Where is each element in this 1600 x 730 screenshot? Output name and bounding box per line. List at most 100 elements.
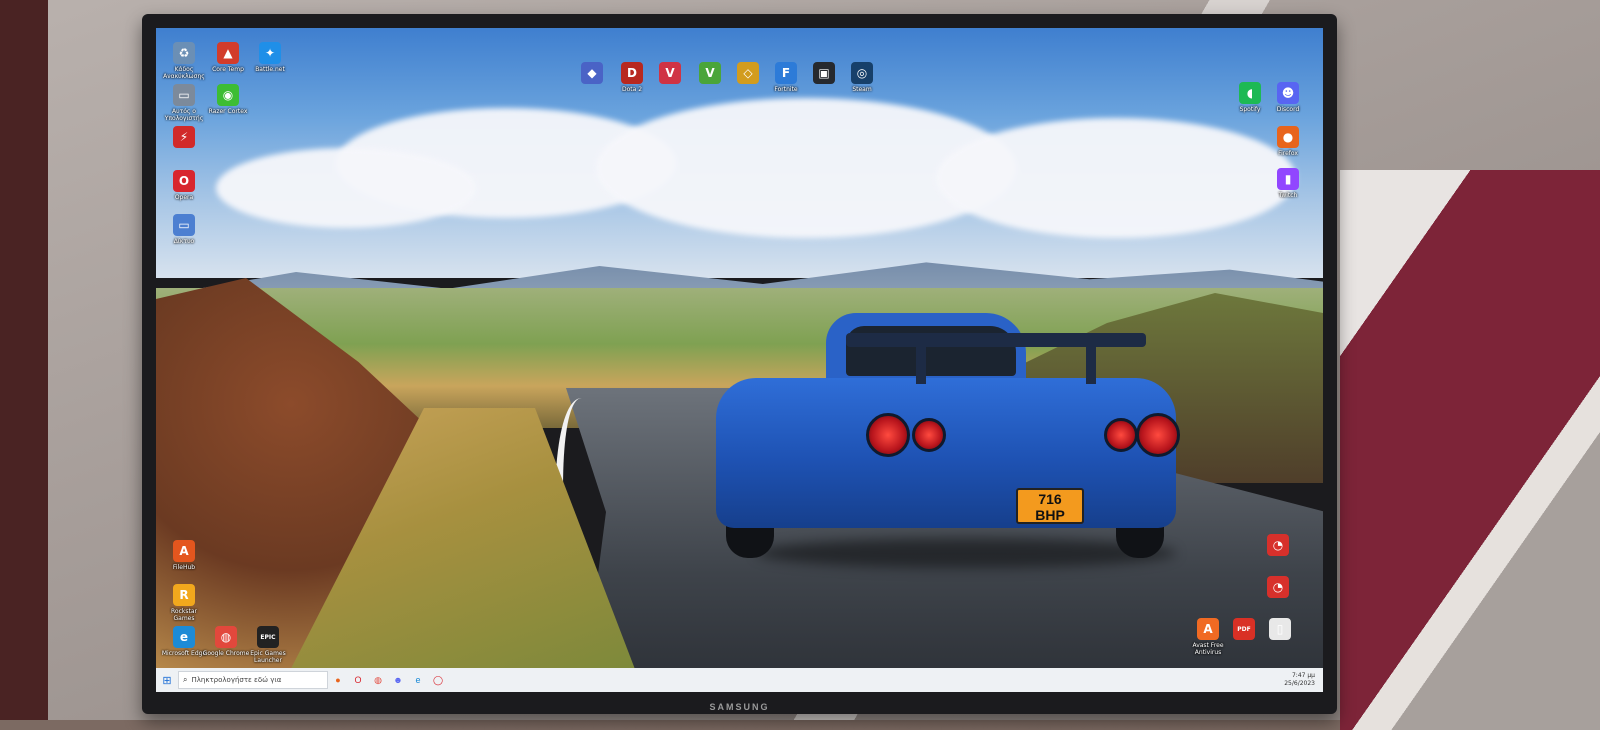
valorant-icon: V	[659, 62, 681, 84]
desktop-icon-label: Opera	[174, 194, 194, 201]
desktop-icon-twitch[interactable]: ▮ Twitch	[1264, 168, 1312, 199]
steam-icon: ◎	[851, 62, 873, 84]
game-1-icon: ◆	[581, 62, 603, 84]
desktop-icon-app-r2[interactable]: ◔	[1254, 576, 1302, 600]
desktop-icon-label: Discord	[1276, 106, 1300, 113]
battlenet-icon: ✦	[259, 42, 281, 64]
desktop-icon-firefox[interactable]: ● Firefox	[1264, 126, 1312, 157]
opera-icon: O	[173, 170, 195, 192]
desktop-icon-label: Twitch	[1278, 192, 1298, 199]
desktop-screen: 716 BHP ♻ Κάδος Ανακύκλωσης ▲ Core Temp ✦ Bat…	[156, 28, 1323, 692]
chrome-icon: ◍	[215, 626, 237, 648]
system-clock[interactable]: 7:47 μμ 25/6/2023	[1284, 672, 1323, 688]
epic-icon: EPIC	[257, 626, 279, 648]
desktop-icon-label: Κάδος Ανακύκλωσης	[163, 66, 205, 80]
desktop-icon-label: FileHub	[172, 564, 196, 571]
game-7-icon: ▣	[813, 62, 835, 84]
plate-line-2: BHP	[1035, 507, 1065, 523]
msi-afterburner-icon: ⚡	[173, 126, 195, 148]
desktop-icon-msi-afterburner[interactable]: ⚡	[160, 126, 208, 150]
game-5-icon: ◇	[737, 62, 759, 84]
desktop-icon-battlenet[interactable]: ✦ Battle.net	[246, 42, 294, 73]
twitch-icon: ▮	[1277, 168, 1299, 190]
start-button[interactable]: ⊞	[156, 668, 178, 692]
desktop-icon-chrome[interactable]: ◍ Google Chrome	[202, 626, 250, 657]
desktop-icon-doc[interactable]: ▯	[1256, 618, 1304, 642]
search-icon: ⌕	[183, 675, 188, 684]
car-tail-light	[912, 418, 946, 452]
search-box[interactable]: ⌕ Πληκτρολογήστε εδώ για	[178, 671, 328, 689]
desktop-icon-label: Steam	[852, 86, 872, 93]
door-frame	[0, 0, 48, 720]
cloud	[216, 148, 476, 228]
folder-icon: ▭	[173, 214, 195, 236]
app-r2-icon: ◔	[1267, 576, 1289, 598]
desktop-icon-app-r1[interactable]: ◔	[1254, 534, 1302, 558]
desktop-icon-discord[interactable]: ☻ Discord	[1264, 82, 1312, 113]
license-plate: 716 BHP	[1016, 488, 1084, 524]
core-temp-icon: ▲	[217, 42, 239, 64]
desktop-icon-label: Firefox	[1278, 150, 1298, 157]
desktop-icon-label: Δίκτυο	[173, 238, 195, 245]
desktop-icon-recycle-bin[interactable]: ♻ Κάδος Ανακύκλωσης	[160, 42, 208, 80]
car-spoiler	[846, 333, 1146, 347]
desktop-icon-razer-cortex[interactable]: ◉ Razer Cortex	[204, 84, 252, 115]
pdf-icon: PDF	[1233, 618, 1255, 640]
avast-icon: A	[1197, 618, 1219, 640]
edge-icon: e	[173, 626, 195, 648]
hp-app-icon: ▭	[173, 84, 195, 106]
desktop-icon-epic[interactable]: EPIC Epic Games Launcher	[244, 626, 292, 664]
plate-line-1: 716	[1038, 491, 1062, 507]
firefox-icon: ●	[1277, 126, 1299, 148]
desktop-icon-label: Google Chrome	[202, 650, 250, 657]
taskbar-opera-icon[interactable]: O	[348, 668, 368, 692]
taskbar-chrome-icon[interactable]: ◍	[368, 668, 388, 692]
car-spoiler-leg	[1086, 344, 1096, 384]
desktop-icon-rockstar[interactable]: R Rockstar Games	[160, 584, 208, 622]
desktop-icon-hp-app[interactable]: ▭ Αυτός ο Υπολογιστής	[160, 84, 208, 122]
cloud	[936, 118, 1296, 238]
desktop-icon-label: Fortnite	[774, 86, 798, 93]
desktop-icon-label: Epic Games Launcher	[250, 650, 286, 664]
taskbar-discord-icon[interactable]: ☻	[388, 668, 408, 692]
monitor: 716 BHP ♻ Κάδος Ανακύκλωσης ▲ Core Temp ✦ Bat…	[142, 14, 1337, 714]
desktop-icon-label: Core Temp	[212, 66, 244, 73]
car-tail-light	[1136, 413, 1180, 457]
desktop-icon-steam[interactable]: ◎ Steam	[838, 62, 886, 93]
taskbar: ⊞ ⌕ Πληκτρολογήστε εδώ για ● O ◍ ☻ e ◯ 7…	[156, 668, 1323, 692]
doc-icon: ▯	[1269, 618, 1291, 640]
clock-time: 7:47 μμ	[1291, 672, 1315, 679]
desktop-icon-filehub[interactable]: A FileHub	[160, 540, 208, 571]
desktop-icon-core-temp[interactable]: ▲ Core Temp	[204, 42, 252, 73]
taskbar-opera-gx-icon[interactable]: ◯	[428, 668, 448, 692]
dota-icon: D	[621, 62, 643, 84]
recycle-bin-icon: ♻	[173, 42, 195, 64]
razer-cortex-icon: ◉	[217, 84, 239, 106]
desktop-icon-label: Microsoft Edge	[161, 650, 207, 657]
desktop-icon-label: Rockstar Games	[171, 608, 197, 622]
desktop-icon-label: Dota 2	[621, 86, 643, 93]
desktop-icon-label: Razer Cortex	[208, 108, 248, 115]
spotify-icon: ◖	[1239, 82, 1261, 104]
clock-date: 25/6/2023	[1284, 680, 1315, 687]
wallpaper-car: 716 BHP	[716, 308, 1180, 568]
desktop-icon-opera[interactable]: O Opera	[160, 170, 208, 201]
rockstar-icon: R	[173, 584, 195, 606]
monitor-brand-logo: SAMSUNG	[709, 702, 770, 712]
car-spoiler-leg	[916, 344, 926, 384]
taskbar-firefox-icon[interactable]: ●	[328, 668, 348, 692]
car-body	[716, 378, 1176, 528]
desktop-icon-edge[interactable]: e Microsoft Edge	[160, 626, 208, 657]
car-shadow	[756, 538, 1176, 568]
desktop-icon-folder[interactable]: ▭ Δίκτυο	[160, 214, 208, 245]
search-placeholder: Πληκτρολογήστε εδώ για	[191, 676, 282, 684]
car-tail-light	[1104, 418, 1138, 452]
desktop-icon-label: Αυτός ο Υπολογιστής	[164, 108, 204, 122]
app-r1-icon: ◔	[1267, 534, 1289, 556]
wall-stripe	[1340, 170, 1600, 730]
fortnite-icon: F	[775, 62, 797, 84]
gta-icon: V	[699, 62, 721, 84]
taskbar-edge-icon[interactable]: e	[408, 668, 428, 692]
car-tail-light	[866, 413, 910, 457]
filehub-icon: A	[173, 540, 195, 562]
